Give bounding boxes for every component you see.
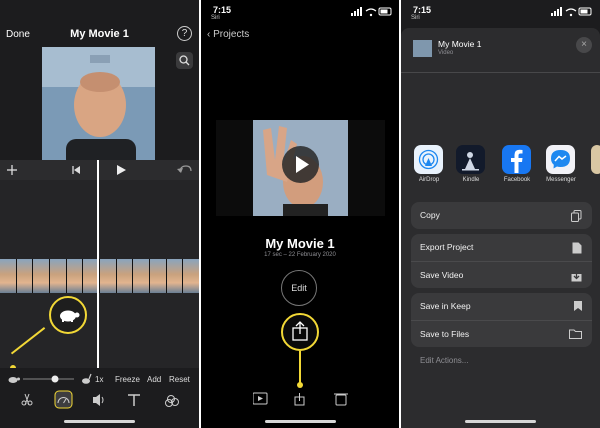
skip-back-icon (72, 166, 80, 174)
callout-line (299, 351, 301, 384)
scissors-icon (21, 393, 33, 406)
save-video-action[interactable]: Save Video (411, 261, 592, 288)
document-icon (572, 242, 582, 254)
airdrop-icon (414, 145, 443, 174)
play-icon (117, 165, 126, 175)
status-icons (551, 7, 592, 17)
facebook-label: Facebook (503, 177, 531, 183)
play-movie-icon (253, 392, 268, 405)
play-icon (296, 156, 309, 173)
facebook-icon (502, 145, 531, 174)
projects-back-button[interactable]: ‹ Projects (207, 29, 249, 40)
fast-rabbit-icon (82, 373, 92, 384)
save-group: Save in Keep Save to Files (411, 293, 592, 347)
copy-icon (571, 210, 582, 222)
kindle-app[interactable]: Kindle (451, 145, 491, 183)
airdrop-app[interactable]: AirDrop (409, 145, 449, 183)
copy-group: Copy (411, 202, 592, 229)
share-sheet-panel: 7:15 Siri My Movie 1 Video × AirDrop Kin… (401, 0, 600, 428)
home-indicator (265, 420, 336, 423)
divider (401, 72, 600, 73)
export-project-action[interactable]: Export Project (411, 234, 592, 261)
save-keep-action[interactable]: Save in Keep (411, 293, 592, 320)
share-small-icon (294, 393, 305, 406)
playback-controls (0, 160, 199, 180)
export-project-label: Export Project (420, 242, 474, 252)
home-indicator (465, 420, 536, 423)
video-clip-filmstrip[interactable] (0, 259, 199, 293)
project-toolbar (253, 392, 348, 406)
movie-title: My Movie 1 (265, 236, 335, 251)
save-files-action[interactable]: Save to Files (411, 320, 592, 347)
playhead[interactable] (97, 160, 99, 368)
back-to-siri[interactable]: Siri (411, 15, 420, 21)
status-icons (351, 7, 392, 17)
project-view-panel: 7:15 Siri ‹ Projects My Movie 1 17 sec –… (201, 0, 399, 428)
messenger-icon (546, 145, 575, 174)
imovie-editor-panel: Done My Movie 1 ? 1x Freeze Add Reset (0, 0, 199, 428)
trash-icon (334, 393, 348, 406)
speed-value: 1x (95, 375, 104, 384)
filter-icon (165, 395, 179, 407)
reset-button[interactable]: Reset (169, 375, 190, 384)
turtle-icon (60, 310, 80, 322)
share-icon (292, 321, 308, 341)
status-time: 7:15 (213, 5, 232, 15)
facebook-app[interactable]: Facebook (497, 145, 537, 183)
save-files-label: Save to Files (420, 329, 470, 339)
close-icon[interactable]: × (576, 37, 592, 53)
movie-thumbnail[interactable] (216, 120, 385, 216)
projects-back-label: Projects (213, 29, 250, 40)
share-item-subtitle: Video (438, 50, 454, 56)
turtle-icon-highlight (49, 296, 87, 334)
play-button[interactable] (282, 146, 319, 183)
share-item-thumbnail (413, 40, 432, 57)
text-icon (128, 394, 140, 406)
kindle-label: Kindle (462, 177, 480, 183)
folder-icon (569, 329, 582, 339)
project-title: My Movie 1 (70, 28, 129, 40)
airdrop-label: AirDrop (418, 177, 440, 183)
save-keep-label: Save in Keep (420, 301, 471, 311)
edit-actions-link[interactable]: Edit Actions... (420, 356, 468, 365)
zoom-icon[interactable] (176, 52, 193, 69)
copy-label: Copy (420, 210, 440, 220)
share-button-highlight[interactable] (281, 313, 319, 351)
messenger-app[interactable]: Messenger (541, 145, 581, 183)
callout-dot (297, 382, 303, 388)
messenger-label: Messenger (546, 177, 576, 183)
movie-meta: 17 sec – 22 February 2020 (264, 252, 336, 258)
edit-button[interactable]: Edit (281, 270, 317, 306)
add-media-icon (7, 165, 17, 175)
copy-action[interactable]: Copy (411, 202, 592, 229)
volume-icon (93, 394, 104, 406)
help-icon[interactable]: ? (177, 26, 192, 41)
home-indicator (64, 420, 135, 423)
freeze-button[interactable]: Freeze (115, 375, 140, 384)
kindle-icon (456, 145, 485, 174)
video-preview (42, 47, 155, 162)
bookmark-icon (574, 301, 582, 311)
save-video-label: Save Video (420, 270, 464, 280)
more-apps-partial-icon[interactable] (591, 145, 600, 174)
speed-slider-thumb (51, 375, 59, 383)
download-icon (571, 270, 582, 282)
add-button[interactable]: Add (147, 375, 161, 384)
slow-turtle-icon (8, 377, 20, 383)
speed-icon (54, 390, 73, 409)
share-item-title: My Movie 1 (438, 39, 482, 49)
status-time: 7:15 (413, 5, 432, 15)
back-to-siri[interactable]: Siri (211, 15, 220, 21)
export-group: Export Project Save Video (411, 234, 592, 288)
